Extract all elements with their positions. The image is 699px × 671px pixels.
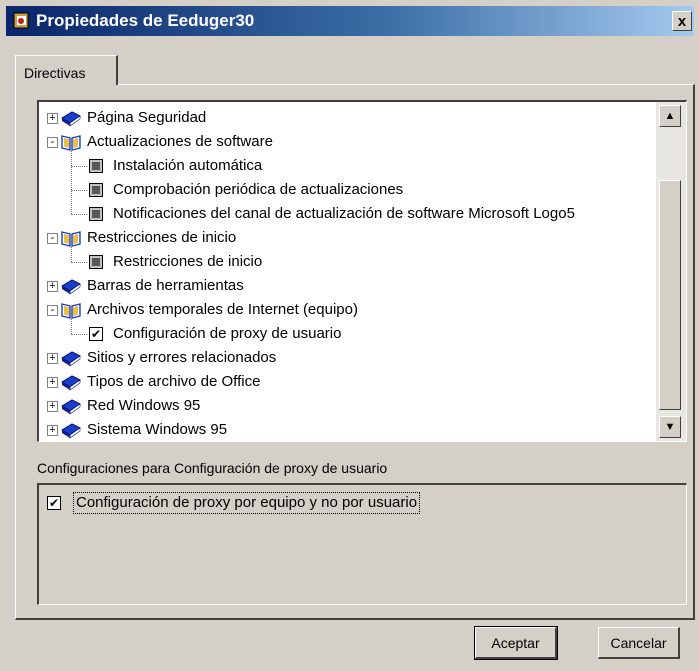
tree-connector xyxy=(71,310,72,334)
closed-book-icon xyxy=(60,277,82,295)
tree-item-label: Configuración de proxy de usuario xyxy=(113,325,342,342)
tree-item[interactable]: ✔ Configuración de proxy de usuario xyxy=(47,310,647,346)
tree-item-label: Instalación automática xyxy=(113,157,263,174)
tree-item[interactable]: - Actualizaciones de software xyxy=(47,130,647,154)
tree-connector xyxy=(71,166,72,190)
ok-button[interactable]: Aceptar xyxy=(474,626,558,660)
app-icon xyxy=(13,12,29,29)
tree-item[interactable]: Comprobación periódica de actualizacione… xyxy=(47,166,647,202)
expand-icon[interactable]: + xyxy=(47,113,58,124)
expand-icon[interactable]: + xyxy=(47,401,58,412)
indeterminate-checkbox[interactable] xyxy=(89,159,103,173)
settings-item-label: Configuración de proxy por equipo y no p… xyxy=(73,492,421,514)
tree-connector xyxy=(71,166,87,167)
window-title: Propiedades de Eeduger30 xyxy=(36,11,255,30)
tree-item[interactable]: - Restricciones de inicio xyxy=(47,226,647,250)
closed-book-icon xyxy=(60,109,82,127)
tree-item-label: Comprobación periódica de actualizacione… xyxy=(113,181,404,198)
indeterminate-checkbox[interactable] xyxy=(89,183,103,197)
closed-book-icon xyxy=(60,349,82,367)
settings-checkbox[interactable]: ✔ xyxy=(47,496,61,510)
tree-connector xyxy=(71,142,72,166)
tree-item-label: Archivos temporales de Internet (equipo) xyxy=(87,301,358,318)
tree-connector xyxy=(71,190,72,214)
closed-book-icon xyxy=(60,397,82,415)
tree-item-label: Sistema Windows 95 xyxy=(87,421,228,438)
arrow-down-icon[interactable]: ▼ xyxy=(659,416,681,438)
tree-item-label: Actualizaciones de software xyxy=(87,133,273,150)
collapse-icon[interactable]: - xyxy=(47,137,58,148)
expand-icon[interactable]: + xyxy=(47,425,58,436)
tree-connector xyxy=(71,334,87,335)
settings-heading: Configuraciones para Configuración de pr… xyxy=(37,460,388,476)
tab-directivas[interactable]: Directivas xyxy=(15,55,118,85)
tree-item-label: Página Seguridad xyxy=(87,109,207,126)
tree-item[interactable]: + Red Windows 95 xyxy=(47,394,647,418)
tree-item[interactable]: Instalación automática xyxy=(47,142,647,178)
tree-item-label: Sitios y errores relacionados xyxy=(87,349,277,366)
tree-item[interactable]: + Barras de herramientas xyxy=(47,274,647,298)
tree-connector xyxy=(71,214,87,215)
arrow-up-icon[interactable]: ▲ xyxy=(659,105,681,127)
settings-box: ✔ Configuración de proxy por equipo y no… xyxy=(37,483,687,605)
tree-item[interactable]: + Sitios y errores relacionados xyxy=(47,346,647,370)
checked-checkbox[interactable]: ✔ xyxy=(89,327,103,341)
close-button[interactable]: x xyxy=(672,11,692,31)
tree-item[interactable]: + Tipos de archivo de Office xyxy=(47,370,647,394)
tree-item-label: Tipos de archivo de Office xyxy=(87,373,261,390)
policy-tree[interactable]: + Página Seguridad - Actualizaciones de sof… xyxy=(37,100,687,442)
properties-dialog: Propiedades de Eeduger30 x Directivas + P… xyxy=(0,0,699,671)
tree-item-label: Restricciones de inicio xyxy=(87,229,237,246)
collapse-icon[interactable]: - xyxy=(47,305,58,316)
tree-item[interactable]: + Sistema Windows 95 xyxy=(47,418,647,441)
tree-item-label: Notificaciones del canal de actualizació… xyxy=(113,205,575,222)
cancel-button[interactable]: Cancelar xyxy=(598,627,680,659)
tree-connector xyxy=(71,262,87,263)
tree-item[interactable]: + Página Seguridad xyxy=(47,106,647,130)
tree-item[interactable]: Restricciones de inicio xyxy=(47,238,647,274)
tree-connector xyxy=(71,190,87,191)
indeterminate-checkbox[interactable] xyxy=(89,255,103,269)
tree-item-label: Restricciones de inicio xyxy=(113,253,263,270)
title-bar[interactable]: Propiedades de Eeduger30 x xyxy=(6,6,694,36)
tree-item[interactable]: Notificaciones del canal de actualizació… xyxy=(47,190,647,226)
tree-connector xyxy=(71,238,72,262)
collapse-icon[interactable]: - xyxy=(47,233,58,244)
tree-item-label: Red Windows 95 xyxy=(87,397,201,414)
expand-icon[interactable]: + xyxy=(47,377,58,388)
closed-book-icon xyxy=(60,421,82,439)
indeterminate-checkbox[interactable] xyxy=(89,207,103,221)
scrollbar-thumb[interactable] xyxy=(659,180,681,410)
expand-icon[interactable]: + xyxy=(47,281,58,292)
closed-book-icon xyxy=(60,373,82,391)
expand-icon[interactable]: + xyxy=(47,353,58,364)
tree-item-label: Barras de herramientas xyxy=(87,277,244,294)
tree-item[interactable]: - Archivos temporales de Internet (equipo… xyxy=(47,298,647,322)
tree-scrollbar[interactable]: ▲ ▼ xyxy=(656,102,686,441)
